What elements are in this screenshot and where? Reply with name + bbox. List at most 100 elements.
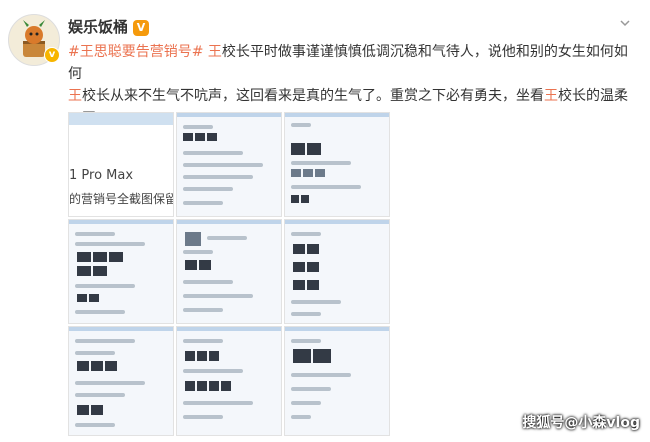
thumbnail — [307, 244, 319, 254]
tile-header — [177, 327, 281, 331]
thumbnail — [77, 405, 89, 415]
thumbnail — [77, 294, 87, 302]
text-line — [183, 201, 223, 205]
thumbnail — [291, 195, 299, 203]
text-line — [183, 125, 213, 129]
thumbnail — [89, 294, 99, 302]
tile-header — [69, 327, 173, 331]
text-line — [183, 280, 233, 284]
text-line — [291, 373, 351, 377]
highlight-wang: 王 — [68, 88, 82, 104]
text-line — [75, 381, 145, 385]
text-line — [291, 232, 321, 236]
text-line — [183, 250, 213, 254]
tile-header — [177, 113, 281, 117]
thumbnail — [291, 169, 301, 177]
hashtag-link[interactable]: #王思聪要告营销号# — [68, 44, 203, 60]
tile-header — [69, 113, 173, 125]
thumbnail — [77, 361, 89, 371]
thumbnail — [307, 143, 321, 155]
text-line — [183, 294, 253, 298]
text-line — [291, 401, 321, 405]
thumbnail — [293, 349, 311, 363]
tile-header — [285, 220, 389, 224]
thumbnail — [185, 232, 201, 246]
tile-caption-1: 1 Pro Max — [69, 168, 134, 183]
text-line — [75, 310, 125, 314]
tile-caption-2: 的营销号全截图保留 — [69, 192, 174, 206]
text-line — [183, 175, 253, 179]
text-line — [291, 300, 341, 304]
chevron-down-icon[interactable] — [620, 18, 630, 28]
text-line — [183, 163, 263, 167]
thumbnail — [209, 351, 219, 361]
thumbnail — [307, 262, 319, 272]
text-line — [207, 236, 247, 240]
thumbnail — [209, 381, 219, 391]
tile-header — [177, 220, 281, 224]
text-line — [183, 369, 243, 373]
weibo-post-card: v 娱乐饭桶 V #王思聪要告营销号# 王校长平时做事谨谨慎慎低调沉稳和气待人，说… — [0, 0, 650, 442]
thumbnail — [185, 381, 195, 391]
thumbnail — [313, 349, 331, 363]
thumbnail — [293, 262, 305, 272]
thumbnail — [307, 280, 319, 290]
watermark: 搜狐号@小森vlog — [522, 415, 640, 431]
text-line — [75, 232, 115, 236]
thumbnail — [109, 252, 123, 262]
verified-badge-icon: v — [44, 47, 60, 63]
thumbnail — [199, 260, 211, 270]
thumbnail — [197, 351, 207, 361]
screenshot-tile[interactable] — [176, 219, 282, 324]
screenshot-tile[interactable] — [176, 326, 282, 436]
thumbnail — [207, 133, 217, 141]
text-line — [183, 415, 223, 419]
text-line — [75, 351, 115, 355]
thumbnail — [291, 143, 305, 155]
tile-header — [285, 327, 389, 331]
screenshot-tile[interactable] — [284, 326, 390, 436]
vip-badge-icon: V — [133, 20, 150, 36]
tile-header — [285, 113, 389, 117]
thumbnail — [293, 244, 305, 254]
text-line — [183, 401, 253, 405]
thumbnail — [77, 266, 91, 276]
screenshot-tile[interactable] — [68, 326, 174, 436]
thumbnail — [197, 381, 207, 391]
author-name[interactable]: 娱乐饭桶 V — [68, 16, 150, 37]
thumbnail — [91, 405, 103, 415]
thumbnail — [77, 252, 91, 262]
text-line — [291, 123, 311, 127]
thumbnail — [105, 361, 117, 371]
thumbnail — [185, 260, 197, 270]
text-line — [75, 423, 115, 427]
text-line — [75, 393, 125, 397]
text-line — [291, 312, 321, 316]
highlight-wang: 王 — [544, 88, 558, 104]
text-line — [183, 151, 243, 155]
screenshot-tile[interactable] — [284, 112, 390, 217]
thumbnail — [93, 266, 107, 276]
thumbnail — [183, 133, 193, 141]
thumbnail — [315, 169, 325, 177]
thumbnail — [293, 280, 305, 290]
thumbnail — [91, 361, 103, 371]
text-line — [75, 339, 135, 343]
screenshot-tile[interactable] — [284, 219, 390, 324]
thumbnail — [93, 252, 107, 262]
text-line — [291, 185, 361, 189]
text-line — [291, 161, 351, 165]
screenshot-tile[interactable] — [68, 219, 174, 324]
post-text-line2: 校长从来不生气不吭声，这回看来是真的生气了。重赏之下必有勇夫，坐看 — [82, 88, 544, 104]
text-line — [291, 387, 331, 391]
thumbnail — [221, 381, 231, 391]
text-line — [183, 187, 233, 191]
highlight-wang: 王 — [207, 44, 222, 60]
text-line — [183, 308, 223, 312]
screenshot-tile[interactable] — [176, 112, 282, 217]
tile-header — [69, 220, 173, 224]
text-line — [75, 284, 135, 288]
text-line — [75, 242, 145, 246]
author-name-text[interactable]: 娱乐饭桶 — [68, 18, 128, 36]
screenshot-tile[interactable]: 1 Pro Max 的营销号全截图保留 — [68, 112, 174, 217]
